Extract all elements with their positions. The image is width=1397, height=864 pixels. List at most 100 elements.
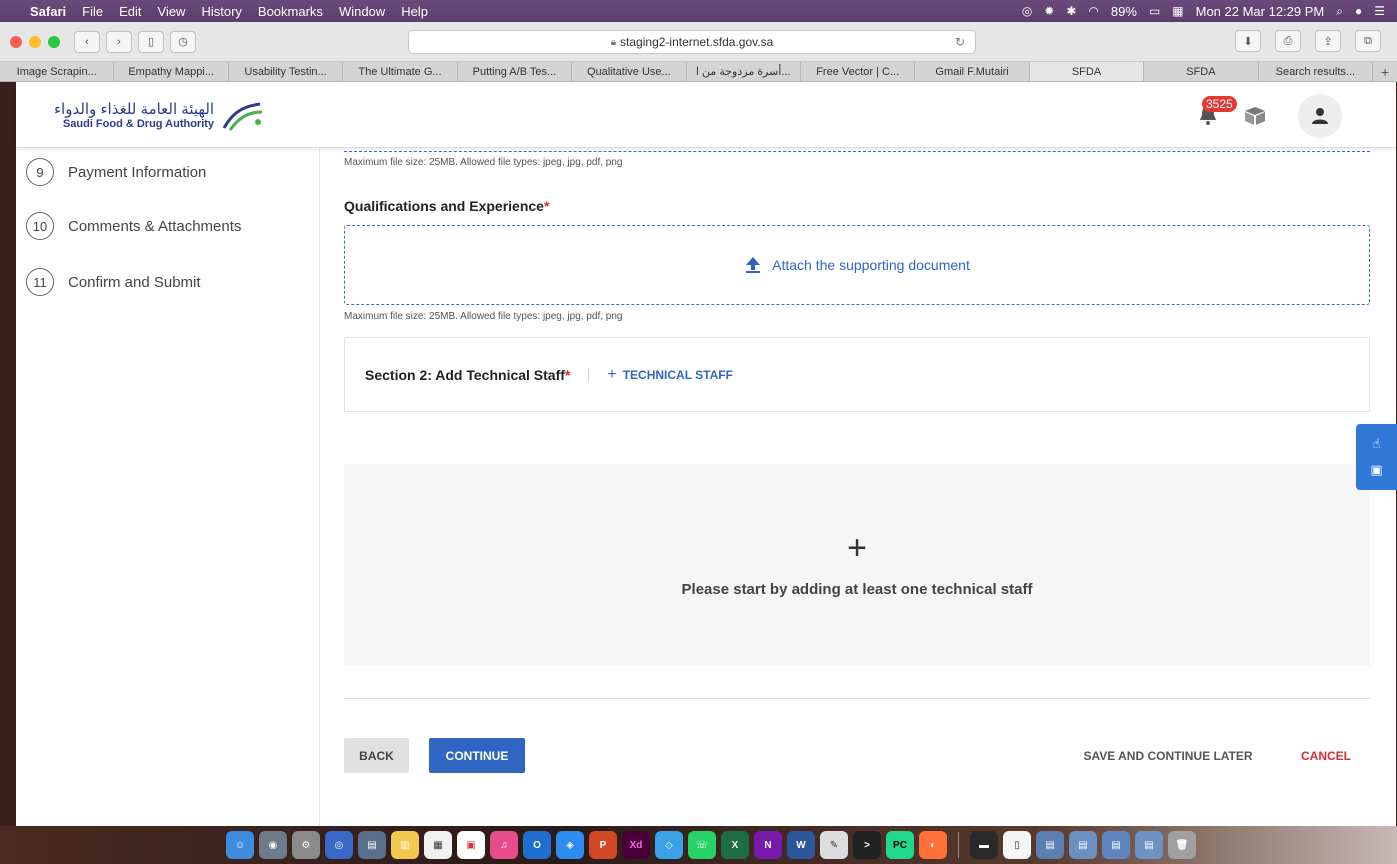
step-number: 10	[26, 212, 54, 240]
menu-help[interactable]: Help	[401, 4, 428, 19]
close-window-button[interactable]	[10, 35, 22, 48]
tab-search-results[interactable]: Search results...	[1259, 62, 1374, 81]
menu-app[interactable]: Safari	[30, 4, 66, 19]
battery-percent[interactable]: 89%	[1111, 4, 1137, 19]
screen-record-icon[interactable]: ◎	[1022, 4, 1032, 18]
cancel-button[interactable]: CANCEL	[1290, 738, 1362, 773]
siri-icon[interactable]: ◎	[325, 831, 353, 859]
empty-staff-state[interactable]: + Please start by adding at least one te…	[344, 464, 1370, 666]
notification-center-icon[interactable]: ☰	[1374, 4, 1385, 18]
outlook-icon[interactable]: O	[523, 831, 551, 859]
user-icon	[1312, 108, 1328, 124]
history-icon[interactable]: ◷	[170, 30, 196, 53]
page-content: 9 Payment Information 10 Comments & Atta…	[16, 148, 1396, 826]
forward-nav-button[interactable]: ›	[106, 30, 132, 53]
tab-sfda-active[interactable]: SFDA	[1029, 62, 1145, 81]
pycharm-icon[interactable]: PC	[886, 831, 914, 859]
safari-icon[interactable]: ◈	[556, 831, 584, 859]
finder-icon[interactable]: ☺	[226, 831, 254, 859]
logo-english: Saudi Food & Drug Authority	[62, 118, 215, 130]
trash-icon[interactable]: 🗑︎	[1168, 831, 1196, 859]
tab-image-scraping[interactable]: Image Scrapin...	[0, 62, 115, 81]
menu-bookmarks[interactable]: Bookmarks	[258, 4, 323, 19]
zoom-window-button[interactable]	[48, 35, 60, 48]
window-thumb-icon[interactable]: ▤	[1135, 831, 1163, 859]
dock-separator	[958, 832, 959, 858]
tab-sfda[interactable]: SFDA	[1144, 62, 1259, 81]
bluetooth-icon[interactable]: ✱	[1066, 4, 1076, 18]
terminal-icon[interactable]: >	[853, 831, 881, 859]
add-technical-staff-button[interactable]: + TECHNICAL STAFF	[607, 366, 733, 384]
section2-title: Section 2: Add Technical Staff*	[365, 367, 570, 383]
qualifications-dropzone[interactable]: Attach the supporting document	[344, 225, 1370, 305]
siri-icon[interactable]: ●	[1355, 4, 1362, 18]
spotlight-search-icon[interactable]: ⌕	[1336, 4, 1343, 19]
calendar-icon[interactable]: ▣	[457, 831, 485, 859]
tab-arabic[interactable]: أسرة مزدوجة من ا...	[687, 62, 801, 81]
plus-icon: +	[607, 365, 617, 383]
onenote-icon[interactable]: N	[754, 831, 782, 859]
share-icon[interactable]: ⇪	[1315, 30, 1341, 52]
new-tab-button[interactable]: +	[1373, 62, 1397, 81]
textedit-icon[interactable]: ▦	[424, 831, 452, 859]
firefox-icon[interactable]: ◐	[919, 831, 947, 859]
user-avatar[interactable]	[1298, 94, 1342, 138]
window-thumb-icon[interactable]: ▤	[1036, 831, 1064, 859]
script-editor-icon[interactable]: ✎	[820, 831, 848, 859]
menu-history[interactable]: History	[201, 4, 241, 19]
back-nav-button[interactable]: ‹	[74, 30, 100, 53]
step-comments-attachments[interactable]: 10 Comments & Attachments	[26, 212, 241, 240]
activity-monitor-icon[interactable]: ▬	[970, 831, 998, 859]
tab-ab-testing[interactable]: Putting A/B Tes...	[458, 62, 573, 81]
step-payment-information[interactable]: 9 Payment Information	[26, 158, 206, 186]
sfda-logo[interactable]: الهيئة العامة للغذاء والدواء Saudi Food …	[54, 100, 264, 132]
launchpad-icon[interactable]: ◉	[259, 831, 287, 859]
preview-icon[interactable]: ▤	[358, 831, 386, 859]
save-continue-later-button[interactable]: SAVE AND CONTINUE LATER	[1068, 738, 1268, 773]
powerpoint-icon[interactable]: P	[589, 831, 617, 859]
whatsapp-icon[interactable]: ☏	[688, 831, 716, 859]
tab-ultimate-guide[interactable]: The Ultimate G...	[343, 62, 458, 81]
sidebar-toggle-icon[interactable]: ▯	[138, 30, 164, 53]
battery-icon[interactable]: ▭	[1149, 4, 1160, 18]
menu-file[interactable]: File	[82, 4, 103, 19]
tab-free-vector[interactable]: Free Vector | C...	[801, 62, 916, 81]
tab-overview-icon[interactable]: ⧉	[1355, 30, 1381, 52]
gear-icon[interactable]: ✹	[1044, 4, 1054, 18]
adobe-xd-icon[interactable]: Xd	[622, 831, 650, 859]
menu-window[interactable]: Window	[339, 4, 385, 19]
word-icon[interactable]: W	[787, 831, 815, 859]
window-thumb-icon[interactable]: ▤	[1069, 831, 1097, 859]
address-bar[interactable]: 🔒︎ staging2-internet.sfda.gov.sa ↻	[408, 30, 976, 54]
feedback-widget[interactable]: ☝ ▣	[1356, 424, 1397, 490]
window-thumb-icon[interactable]: ▤	[1102, 831, 1130, 859]
step-confirm-submit[interactable]: 11 Confirm and Submit	[26, 268, 201, 296]
menu-edit[interactable]: Edit	[119, 4, 141, 19]
excel-icon[interactable]: X	[721, 831, 749, 859]
minimize-window-button[interactable]	[29, 35, 41, 48]
music-icon[interactable]: ♫	[490, 831, 518, 859]
flag-icon[interactable]: ▦	[1172, 4, 1183, 18]
browser-toolbar: ‹ › ▯ ◷ 🔒︎ staging2-internet.sfda.gov.sa…	[0, 22, 1397, 62]
toolbar-right: ⬇ ⎙ ⇪ ⧉	[1235, 30, 1387, 52]
back-button[interactable]: BACK	[344, 738, 409, 773]
wifi-icon[interactable]: ◠	[1088, 4, 1098, 18]
tab-gmail[interactable]: Gmail F.Mutairi	[915, 62, 1030, 81]
reload-icon[interactable]: ↻	[955, 35, 965, 49]
step-number: 9	[26, 158, 54, 186]
tab-usability-testing[interactable]: Usability Testin...	[229, 62, 344, 81]
continue-button[interactable]: CONTINUE	[429, 738, 525, 773]
menu-view[interactable]: View	[158, 4, 186, 19]
package-icon[interactable]	[1244, 106, 1266, 126]
site-header: الهيئة العامة للغذاء والدواء Saudi Food …	[16, 82, 1396, 148]
download-icon[interactable]: ⬇	[1235, 30, 1261, 52]
system-preferences-icon[interactable]: ⚙	[292, 831, 320, 859]
document-icon[interactable]: ▯	[1003, 831, 1031, 859]
notes-icon[interactable]: ▥	[391, 831, 419, 859]
sfda-emblem-icon	[222, 102, 263, 131]
sketch-icon[interactable]: ◇	[655, 831, 683, 859]
tab-empathy-mapping[interactable]: Empathy Mappi...	[114, 62, 229, 81]
menubar-clock[interactable]: Mon 22 Mar 12:29 PM	[1196, 4, 1325, 19]
print-icon[interactable]: ⎙	[1275, 30, 1301, 52]
tab-qualitative[interactable]: Qualitative Use...	[572, 62, 687, 81]
